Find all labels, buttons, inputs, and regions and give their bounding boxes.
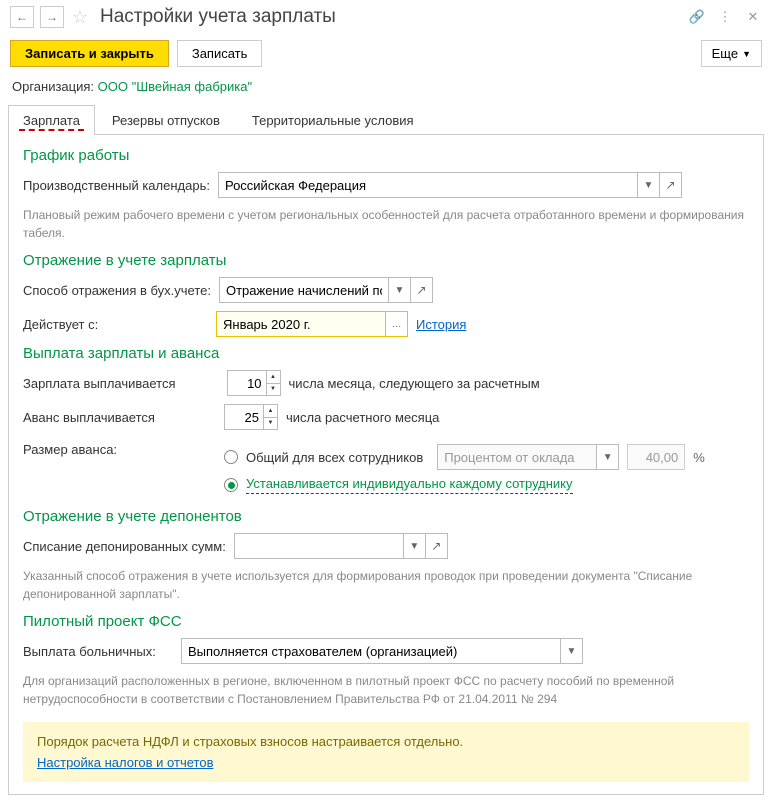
org-value: ООО "Швейная фабрика" xyxy=(98,79,252,94)
effective-date-input[interactable] xyxy=(216,311,386,337)
more-button[interactable]: Еще ▼ xyxy=(701,40,762,67)
pilot-hint: Для организаций расположенных в регионе,… xyxy=(23,672,749,708)
schedule-hint: Плановый режим рабочего времени с учетом… xyxy=(23,206,749,242)
window-title: Настройки учета зарплаты xyxy=(100,6,682,28)
favorite-icon[interactable]: ☆ xyxy=(70,7,90,27)
link-icon[interactable]: 🔗 xyxy=(688,8,706,26)
sick-label: Выплата больничных: xyxy=(23,644,173,659)
org-label: Организация: xyxy=(12,79,98,94)
advance-paid-label: Аванс выплачивается xyxy=(23,410,173,425)
salary-paid-label: Зарплата выплачивается xyxy=(23,376,176,391)
calendar-label: Производственный календарь: xyxy=(23,178,210,193)
tab-territorial[interactable]: Территориальные условия xyxy=(237,105,429,135)
back-button[interactable]: ← xyxy=(10,6,34,28)
close-icon[interactable]: ✕ xyxy=(744,8,762,26)
writeoff-label: Списание депонированных сумм: xyxy=(23,539,226,554)
radio-individual-label: Устанавливается индивидуально каждому со… xyxy=(246,476,573,494)
save-close-button[interactable]: Записать и закрыть xyxy=(10,40,169,67)
advance-after-text: числа расчетного месяца xyxy=(286,410,439,425)
sick-dropdown-btn[interactable]: ▼ xyxy=(561,638,583,664)
effective-date-picker-btn[interactable]: … xyxy=(386,311,408,337)
writeoff-dropdown-btn[interactable]: ▼ xyxy=(404,533,426,559)
tab-reserves[interactable]: Резервы отпусков xyxy=(97,105,235,135)
sick-input[interactable] xyxy=(181,638,561,664)
percent-sign: % xyxy=(693,450,705,465)
advance-size-label: Размер аванса: xyxy=(23,438,173,457)
method-input[interactable] xyxy=(219,277,389,303)
chevron-down-icon: ▼ xyxy=(742,49,751,59)
tab-salary[interactable]: Зарплата xyxy=(8,105,95,135)
salary-day-down[interactable]: ▼ xyxy=(267,383,281,397)
calendar-open-btn[interactable]: ↗ xyxy=(660,172,682,198)
method-label: Способ отражения в бух.учете: xyxy=(23,283,211,298)
percent-type-input xyxy=(437,444,597,470)
effective-label: Действует с: xyxy=(23,317,208,332)
salary-day-input[interactable] xyxy=(227,370,267,396)
salary-after-text: числа месяца, следующего за расчетным xyxy=(289,376,540,391)
section-accounting-title: Отражение в учете зарплаты xyxy=(23,252,749,269)
method-open-btn[interactable]: ↗ xyxy=(411,277,433,303)
history-link[interactable]: История xyxy=(416,317,466,332)
save-button[interactable]: Записать xyxy=(177,40,263,67)
radio-common[interactable] xyxy=(224,450,238,464)
notice-text: Порядок расчета НДФЛ и страховых взносов… xyxy=(37,734,735,749)
advance-day-input[interactable] xyxy=(224,404,264,430)
percent-type-dropdown: ▼ xyxy=(597,444,619,470)
notice-box: Порядок расчета НДФЛ и страховых взносов… xyxy=(23,722,749,782)
forward-button[interactable]: → xyxy=(40,6,64,28)
tax-settings-link[interactable]: Настройка налогов и отчетов xyxy=(37,755,213,770)
radio-common-label: Общий для всех сотрудников xyxy=(246,450,423,465)
writeoff-open-btn[interactable]: ↗ xyxy=(426,533,448,559)
kebab-icon[interactable]: ⋮ xyxy=(716,8,734,26)
percent-value-input xyxy=(627,444,685,470)
advance-day-up[interactable]: ▲ xyxy=(264,404,278,417)
radio-individual[interactable] xyxy=(224,478,238,492)
section-schedule-title: График работы xyxy=(23,147,749,164)
section-pilot-title: Пилотный проект ФСС xyxy=(23,613,749,630)
calendar-input[interactable] xyxy=(218,172,638,198)
deponents-hint: Указанный способ отражения в учете испол… xyxy=(23,567,749,603)
calendar-dropdown-btn[interactable]: ▼ xyxy=(638,172,660,198)
section-payment-title: Выплата зарплаты и аванса xyxy=(23,345,749,362)
salary-day-up[interactable]: ▲ xyxy=(267,370,281,383)
section-deponents-title: Отражение в учете депонентов xyxy=(23,508,749,525)
method-dropdown-btn[interactable]: ▼ xyxy=(389,277,411,303)
writeoff-input[interactable] xyxy=(234,533,404,559)
advance-day-down[interactable]: ▼ xyxy=(264,417,278,431)
